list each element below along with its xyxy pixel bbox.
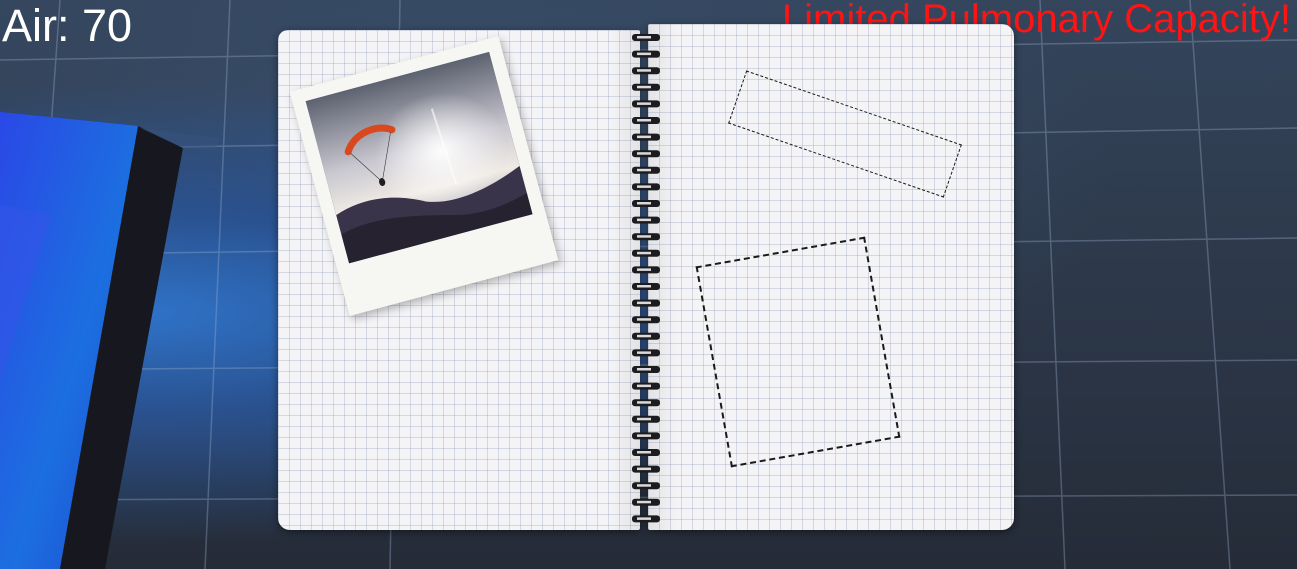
air-counter: Air: 70 bbox=[2, 0, 133, 51]
spiral-coil bbox=[632, 316, 660, 324]
spiral-coil bbox=[632, 283, 660, 290]
spiral-coil bbox=[632, 166, 660, 174]
spiral-coil bbox=[632, 249, 660, 257]
notebook bbox=[278, 22, 1018, 534]
spiral-coil bbox=[632, 482, 660, 490]
spiral-coil bbox=[632, 34, 660, 41]
spiral-coil bbox=[632, 117, 660, 124]
spiral-coil bbox=[632, 465, 660, 473]
spiral-coil bbox=[632, 399, 660, 407]
spiral-coil bbox=[632, 83, 660, 91]
spiral-binding bbox=[632, 34, 660, 523]
spiral-coil bbox=[632, 100, 660, 108]
spiral-coil bbox=[632, 432, 660, 440]
empty-photo-slot-2[interactable] bbox=[695, 236, 901, 468]
blue-block bbox=[0, 112, 220, 569]
paraglider-photo bbox=[305, 51, 533, 264]
spiral-coil bbox=[632, 150, 660, 158]
spiral-coil bbox=[632, 200, 660, 207]
spiral-coil bbox=[632, 233, 660, 241]
spiral-coil bbox=[632, 382, 660, 390]
spiral-coil bbox=[632, 299, 660, 307]
spiral-coil bbox=[632, 366, 660, 373]
spiral-coil bbox=[632, 349, 660, 357]
spiral-coil bbox=[632, 415, 660, 423]
spiral-coil bbox=[632, 50, 660, 58]
spiral-coil bbox=[632, 515, 660, 523]
spiral-coil bbox=[632, 498, 660, 506]
spiral-coil bbox=[632, 266, 660, 274]
spiral-coil bbox=[632, 67, 660, 75]
game-scene: Air: 70 Limited Pulmonary Capacity! bbox=[0, 0, 1297, 569]
spiral-coil bbox=[632, 332, 660, 340]
spiral-coil bbox=[632, 449, 660, 456]
spiral-coil bbox=[632, 183, 660, 191]
spiral-coil bbox=[632, 133, 660, 141]
spiral-coil bbox=[632, 216, 660, 224]
